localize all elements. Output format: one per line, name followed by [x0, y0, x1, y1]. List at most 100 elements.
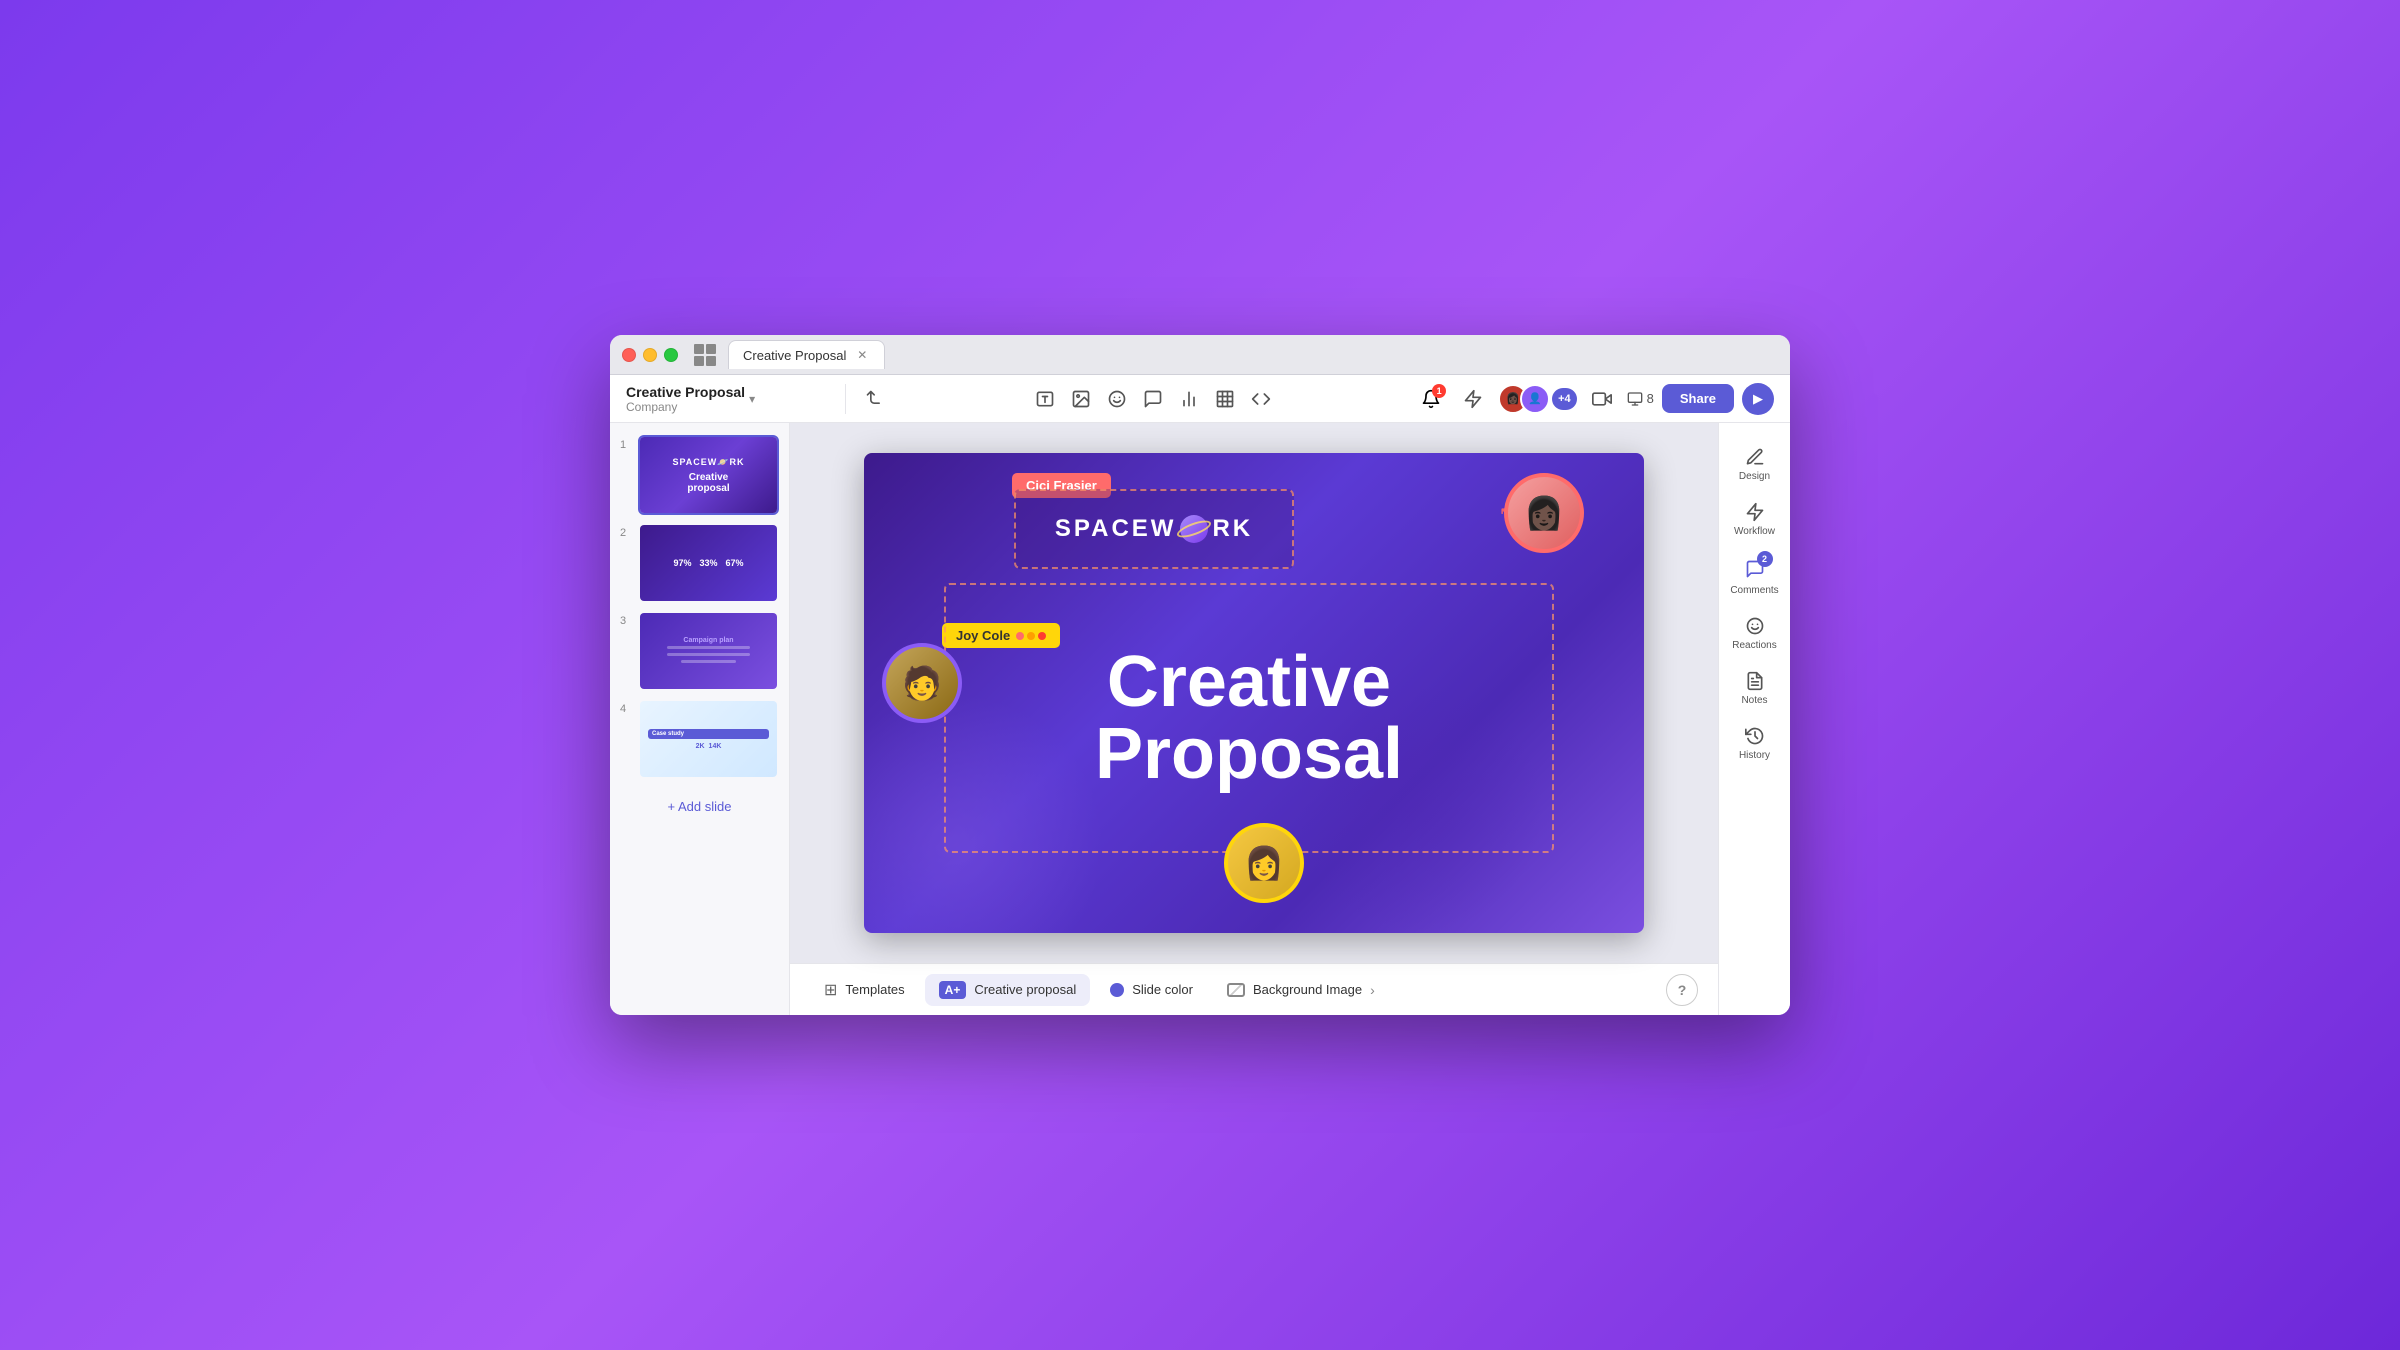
slide-number-3: 3 [620, 611, 632, 627]
creative-proposal-title: Creative Proposal [1095, 646, 1403, 790]
video-button[interactable] [1585, 382, 1619, 416]
notes-label: Notes [1741, 695, 1767, 706]
templates-label: Templates [845, 982, 904, 997]
design-icon [1745, 447, 1765, 467]
toolbar-center [896, 382, 1410, 416]
minimize-button[interactable] [643, 348, 657, 362]
right-panel-comments[interactable]: 2 Comments [1725, 549, 1785, 604]
insert-text-icon [1035, 389, 1055, 409]
background-image-icon [1227, 983, 1245, 997]
slide2-stat3: 67% [726, 558, 744, 568]
creative-line2: Proposal [1095, 714, 1403, 794]
maximize-button[interactable] [664, 348, 678, 362]
presentation-subtitle: Company [626, 400, 745, 414]
slide2-stat1: 97% [673, 558, 691, 568]
design-label: Design [1739, 471, 1770, 482]
help-button[interactable]: ? [1666, 974, 1698, 1006]
spacework-prefix: SPACEW [1055, 515, 1177, 543]
tab-close-button[interactable]: ✕ [854, 347, 870, 363]
title-bar: Creative Proposal ✕ [610, 335, 1790, 375]
app-window: Creative Proposal ✕ Creative Proposal Co… [610, 335, 1790, 1015]
insert-image-button[interactable] [1064, 382, 1098, 416]
traffic-lights [622, 348, 678, 362]
active-tab[interactable]: Creative Proposal ✕ [728, 340, 885, 369]
collaborators-group: 👩🏿 👤 +4 [1498, 384, 1577, 414]
toolbar-right: 1 👩🏿 👤 +4 [1414, 382, 1774, 416]
planet-ring [1175, 517, 1213, 541]
embed-button[interactable] [1244, 382, 1278, 416]
background-image-arrow: › [1370, 982, 1375, 998]
slide3-bar3 [681, 660, 736, 663]
comments-badge: 2 [1757, 551, 1773, 567]
right-panel-design[interactable]: Design [1725, 439, 1785, 490]
slide-canvas: Cici Frasier SPACEW RK ↖ [790, 423, 1718, 963]
slide1-text: Creativeproposal [687, 472, 729, 494]
share-button[interactable]: Share [1662, 384, 1734, 413]
slide-color-label: Slide color [1132, 982, 1193, 997]
table-button[interactable] [1208, 382, 1242, 416]
slide-thumb-1[interactable]: 1 SPACEW🪐RK Creativeproposal [620, 435, 779, 515]
slide-color-button[interactable]: Slide color [1096, 975, 1207, 1004]
add-slide-button[interactable]: + Add slide [620, 791, 779, 822]
video-icon [1592, 389, 1612, 409]
play-button[interactable]: ▶ [1742, 383, 1774, 415]
workflow-label: Workflow [1734, 526, 1775, 537]
slide-preview-inner-1: SPACEW🪐RK Creativeproposal [640, 437, 777, 513]
close-button[interactable] [622, 348, 636, 362]
notification-badge: 1 [1432, 384, 1446, 398]
history-icon [1745, 726, 1765, 746]
background-image-label: Background Image [1253, 982, 1362, 997]
avatar-cici-face: 👩🏿 [1508, 477, 1580, 549]
slide-preview-3: Campaign plan [638, 611, 779, 691]
undo-button[interactable] [858, 382, 892, 416]
slide-thumb-3[interactable]: 3 Campaign plan [620, 611, 779, 691]
comment-button[interactable] [1136, 382, 1170, 416]
slide3-bar2 [667, 653, 749, 656]
slides-icon [1627, 391, 1643, 407]
slide-main[interactable]: Cici Frasier SPACEW RK ↖ [864, 453, 1644, 933]
slide-preview-2: 97% 33% 67% [638, 523, 779, 603]
slide-thumb-2[interactable]: 2 97% 33% 67% [620, 523, 779, 603]
chevron-down-icon[interactable]: ▾ [749, 392, 755, 406]
insert-text-button[interactable] [1028, 382, 1062, 416]
slides-count-display: 8 [1627, 391, 1654, 407]
slide1-logo: SPACEW🪐RK [672, 457, 744, 468]
lightning-icon [1463, 389, 1483, 409]
chart-icon [1179, 389, 1199, 409]
creative-line1: Creative [1107, 642, 1391, 722]
theme-label: Creative proposal [974, 982, 1076, 997]
slide4-label: Case study [648, 729, 769, 739]
lightning-button[interactable] [1456, 382, 1490, 416]
grid-icon[interactable] [694, 344, 716, 366]
right-panel-notes[interactable]: Notes [1725, 663, 1785, 714]
slide3-bar1 [667, 646, 749, 649]
reactions-label: Reactions [1732, 640, 1776, 651]
spacework-suffix: RK [1212, 515, 1253, 543]
notes-icon [1745, 671, 1765, 691]
notification-button[interactable]: 1 [1414, 382, 1448, 416]
avatar-joy-face: 🧑 [886, 647, 958, 719]
slide-color-dot [1110, 983, 1124, 997]
templates-button[interactable]: ⊞ Templates [810, 973, 919, 1007]
comment-icon [1143, 389, 1163, 409]
spacework-logo-box[interactable]: SPACEW RK [1014, 489, 1294, 569]
slide-number-4: 4 [620, 699, 632, 715]
toolbar: Creative Proposal Company ▾ [610, 375, 1790, 423]
right-panel-reactions[interactable]: Reactions [1725, 608, 1785, 659]
slide-thumb-4[interactable]: 4 Case study 2K 14K [620, 699, 779, 779]
background-image-button[interactable]: Background Image › [1213, 975, 1389, 1005]
spacework-text: SPACEW RK [1055, 515, 1253, 543]
chart-button[interactable] [1172, 382, 1206, 416]
right-panel-history[interactable]: History [1725, 718, 1785, 769]
theme-icon: A+ [939, 981, 967, 999]
creative-proposal-box[interactable]: Creative Proposal [944, 583, 1554, 853]
emoji-button[interactable] [1100, 382, 1134, 416]
right-panel-workflow[interactable]: Workflow [1725, 494, 1785, 545]
collaborator-avatar-2: 👤 [1520, 384, 1550, 414]
bottom-toolbar: ⊞ Templates A+ Creative proposal Slide c… [790, 963, 1718, 1015]
reactions-icon [1745, 616, 1765, 636]
slide4-stat1: 2K [696, 743, 705, 750]
tab-title: Creative Proposal [743, 348, 846, 363]
history-label: History [1739, 750, 1770, 761]
theme-button[interactable]: A+ Creative proposal [925, 974, 1091, 1006]
